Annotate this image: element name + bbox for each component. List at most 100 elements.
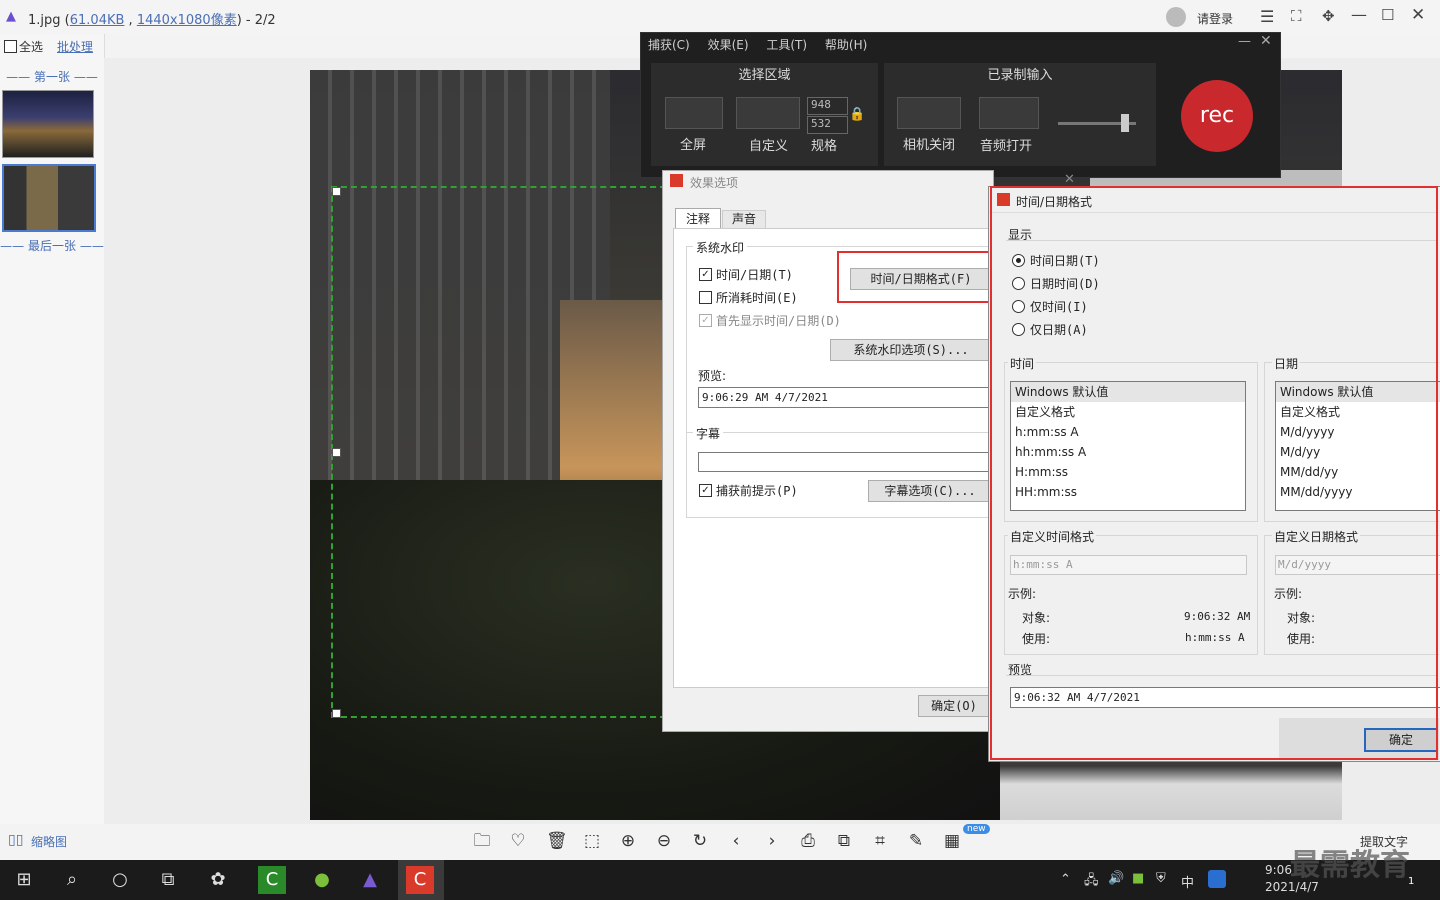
scan-icon[interactable]: ⌗ (870, 831, 890, 851)
apps-icon[interactable]: ▦ (942, 831, 962, 851)
thumbnail-icon[interactable]: ▯▯ (8, 832, 23, 848)
width-input[interactable]: 948 (807, 97, 848, 115)
trash-icon[interactable]: 🗑 (546, 831, 568, 851)
start-icon[interactable]: ⊞ (10, 866, 38, 894)
zoom-in-icon[interactable]: ⊕ (618, 831, 638, 851)
qq-icon[interactable] (1208, 870, 1226, 888)
pin-icon[interactable]: ✥ (1322, 7, 1335, 25)
effects-ok-button[interactable]: 确定(O) (918, 695, 990, 717)
effects-preview-field: 9:06:29 AM 4/7/2021 (698, 387, 991, 408)
crop-icon[interactable]: ⬚ (582, 831, 602, 851)
next-icon[interactable]: › (762, 831, 782, 851)
search-icon[interactable]: ⌕ (58, 866, 86, 894)
camera-off-icon[interactable] (897, 97, 961, 129)
convert-icon[interactable]: ⧉ (834, 831, 854, 851)
file-dimensions[interactable]: 1440x1080像素 (137, 13, 237, 28)
recorder-close-icon[interactable]: ✕ (1260, 33, 1272, 49)
nvidia-icon[interactable]: ■ (1132, 871, 1144, 886)
record-button[interactable]: rec (1181, 80, 1253, 152)
folder-icon[interactable]: 🗀 (472, 831, 492, 851)
app-pinwheel-icon[interactable]: ✿ (204, 866, 232, 894)
task-view-icon[interactable]: ⧉ (154, 866, 182, 894)
notification-count[interactable]: 1 (1408, 876, 1414, 887)
show-first-checkbox[interactable]: ✓ (699, 314, 712, 327)
melon-icon[interactable]: ● (308, 866, 336, 894)
caption-input[interactable] (698, 452, 990, 472)
time-date-label[interactable]: 时间/日期(T) (716, 266, 793, 283)
camera-label[interactable]: 相机关闭 (903, 134, 955, 153)
audio-label[interactable]: 音频打开 (980, 135, 1032, 154)
selection-handle[interactable] (332, 709, 341, 718)
tab-note[interactable]: 注释 (675, 208, 721, 229)
prompt-label[interactable]: 捕获前提示(P) (716, 482, 798, 499)
camtasia-green-icon[interactable]: C (258, 866, 286, 894)
viewer-title: 1.jpg (61.04KB , 1440x1080像素) - 2/2 (28, 13, 276, 28)
maximize-icon[interactable]: ☐ (1381, 6, 1394, 24)
volume-slider-handle[interactable] (1121, 114, 1129, 132)
file-size[interactable]: 61.04KB (70, 13, 125, 28)
last-label: —— 最后一张 —— (0, 239, 104, 253)
bottom-toolbar (0, 824, 1440, 860)
recorder-minimize-icon[interactable]: — (1238, 34, 1251, 49)
app-logo-icon: ▲ (6, 9, 16, 24)
security-icon[interactable]: ⛨ (1156, 871, 1166, 886)
spec-label: 规格 (811, 139, 838, 154)
height-input[interactable]: 532 (807, 116, 848, 134)
lock-icon[interactable]: 🔒 (849, 107, 865, 122)
cortana-icon[interactable]: ○ (106, 866, 134, 894)
menu-effects[interactable]: 效果(E) (708, 38, 749, 52)
menu-help[interactable]: 帮助(H) (825, 38, 867, 52)
thumbnail-toggle[interactable]: 缩略图 (31, 833, 67, 850)
effects-title: 效果选项 (690, 176, 739, 190)
network-icon[interactable]: 🖧 (1084, 871, 1099, 893)
file-counter: - 2/2 (245, 13, 276, 28)
fullscreen-mode-icon[interactable] (665, 97, 723, 129)
tray-up-icon[interactable]: ⌃ (1060, 872, 1071, 887)
input-group-title: 已录制输入 (987, 68, 1053, 83)
clock-time[interactable]: 9:06 (1265, 863, 1292, 877)
thumbnail-1[interactable] (2, 90, 94, 158)
menu-capture[interactable]: 捕获(C) (648, 38, 690, 52)
prompt-checkbox[interactable]: ✓ (699, 484, 712, 497)
show-first-label[interactable]: 首先显示时间/日期(D) (716, 312, 841, 329)
menu-icon[interactable]: ☰ (1260, 7, 1274, 26)
volume-icon[interactable]: 🔊 (1108, 871, 1124, 886)
custom-mode-icon[interactable] (736, 97, 800, 129)
watermark-options-button[interactable]: 系统水印选项(S)... (830, 339, 992, 361)
select-all-label[interactable]: 全选 (19, 38, 43, 55)
select-area-title: 选择区域 (738, 68, 791, 83)
viewer-app-icon[interactable]: ▲ (356, 866, 384, 894)
edit-icon[interactable]: ✎ (906, 831, 926, 851)
prev-icon[interactable]: ‹ (726, 831, 746, 851)
heart-icon[interactable]: ♡ (508, 831, 528, 851)
highlight-box-dialog (990, 186, 1438, 760)
caption-options-button[interactable]: 字幕选项(C)... (868, 480, 992, 502)
selection-handle[interactable] (332, 448, 341, 457)
effects-app-icon (670, 174, 683, 187)
time-date-checkbox[interactable]: ✓ (699, 268, 712, 281)
effects-close-icon[interactable]: ✕ (1064, 172, 1075, 187)
elapsed-label[interactable]: 所消耗时间(E) (716, 289, 798, 306)
custom-label[interactable]: 自定义 (749, 135, 788, 154)
caption-fieldset (686, 432, 991, 515)
fullscreen-icon[interactable]: ⛶ (1291, 7, 1302, 25)
batch-link[interactable]: 批处理 (57, 38, 93, 55)
print-icon[interactable]: ⎙ (798, 831, 818, 851)
close-icon[interactable]: ✕ (1411, 5, 1425, 25)
thumbnail-2[interactable] (2, 164, 96, 232)
login-link[interactable]: 请登录 (1197, 10, 1233, 27)
new-badge: new (963, 824, 990, 834)
camtasia-recorder-icon[interactable]: C (406, 866, 434, 894)
microphone-icon[interactable] (979, 97, 1039, 129)
ime-indicator[interactable]: 中 (1181, 872, 1194, 891)
fullscreen-label[interactable]: 全屏 (680, 134, 706, 153)
avatar[interactable] (1166, 7, 1186, 27)
select-all-checkbox[interactable] (4, 40, 17, 53)
tab-sound[interactable]: 声音 (722, 210, 766, 228)
minimize-icon[interactable]: — (1351, 5, 1367, 24)
zoom-out-icon[interactable]: ⊖ (654, 831, 674, 851)
selection-handle[interactable] (332, 187, 341, 196)
rotate-icon[interactable]: ↻ (690, 831, 710, 851)
elapsed-checkbox[interactable] (699, 291, 712, 304)
menu-tools[interactable]: 工具(T) (766, 38, 807, 52)
